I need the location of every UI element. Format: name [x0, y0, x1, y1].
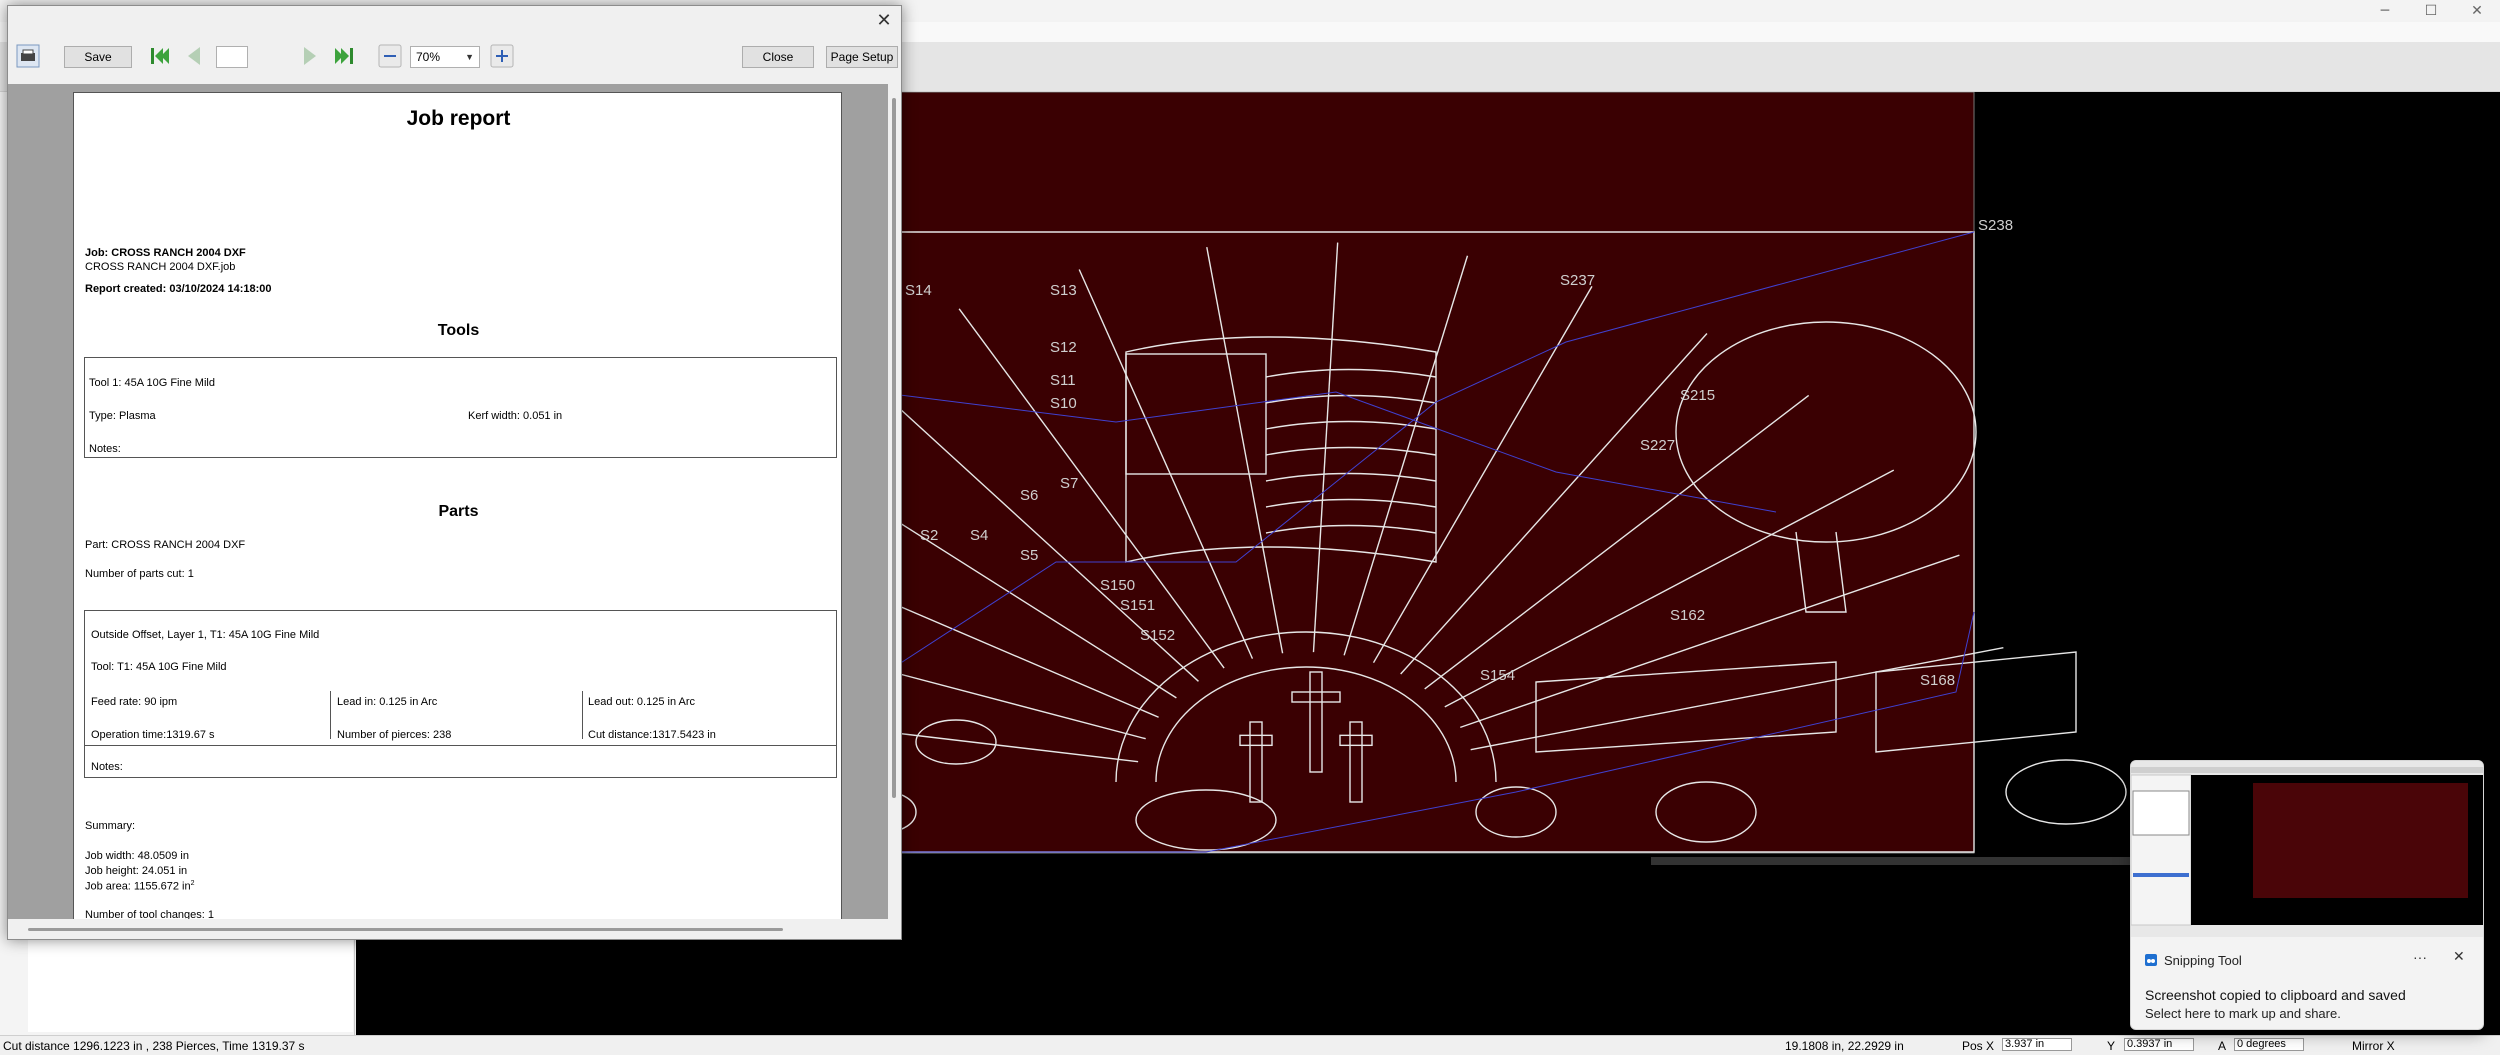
previous-page-icon[interactable] — [184, 44, 208, 68]
close-window-icon[interactable]: ✕ — [2454, 0, 2500, 22]
part-label: S168 — [1920, 672, 1955, 689]
angle-field[interactable]: 0 degrees — [2234, 1038, 2304, 1051]
part-label: S2 — [920, 527, 938, 544]
operation-tool: Tool: T1: 45A 10G Fine Mild — [91, 661, 227, 673]
page-number-input[interactable] — [216, 46, 248, 68]
next-page-icon[interactable] — [296, 44, 320, 68]
operation-notes: Notes: — [91, 761, 123, 773]
chevron-down-icon: ▼ — [465, 52, 474, 62]
job-file: CROSS RANCH 2004 DXF.job — [85, 261, 236, 273]
job-height: Job height: 24.051 in — [85, 865, 188, 877]
zoom-out-icon[interactable] — [378, 44, 402, 68]
toast-subtitle: Select here to mark up and share. — [2145, 1006, 2341, 1021]
pierce-count: Number of pierces: 238 — [337, 729, 452, 741]
cut-distance: Cut distance:1317.5423 in — [588, 729, 716, 741]
part-label: S12 — [1050, 339, 1077, 356]
part-label: S14 — [905, 282, 932, 299]
feed-rate: Feed rate: 90 ipm — [91, 696, 178, 708]
operation-header: Outside Offset, Layer 1, T1: 45A 10G Fin… — [91, 629, 320, 641]
first-page-icon[interactable] — [148, 44, 172, 68]
vertical-scrollbar[interactable] — [888, 84, 901, 919]
part-label: S237 — [1560, 272, 1595, 289]
part-name: Part: CROSS RANCH 2004 DXF — [85, 539, 246, 551]
table-divider — [84, 745, 837, 746]
pos-x-label: Pos X — [1962, 1039, 1995, 1053]
tool-changes: Number of tool changes: 1 — [85, 909, 215, 919]
zoom-select[interactable]: 70% ▼ — [410, 46, 480, 68]
close-icon[interactable]: ✕ — [873, 10, 895, 32]
job-area-unit-exponent: 2 — [190, 880, 195, 887]
report-title: Job report — [406, 107, 511, 130]
part-label: S10 — [1050, 395, 1077, 412]
status-cut-summary: Cut distance 1296.1223 in , 238 Pierces,… — [3, 1039, 305, 1053]
table-divider — [330, 691, 331, 739]
part-label: S152 — [1140, 627, 1175, 644]
job-report-dialog: ✕ Save 70% ▼ Close Page Setup Job report… — [7, 5, 902, 940]
y-field[interactable]: 0.3937 in — [2124, 1038, 2194, 1051]
scroll-thumb[interactable] — [28, 928, 783, 931]
animal-silhouette — [2005, 759, 2127, 825]
part-label: S238 — [1978, 217, 2013, 234]
part-label: S11 — [1050, 372, 1076, 389]
part-label: S7 — [1060, 475, 1078, 492]
snipping-tool-notification[interactable]: Snipping Tool ··· ✕ Screenshot copied to… — [2130, 760, 2484, 1030]
close-icon[interactable]: ✕ — [2453, 949, 2465, 965]
print-preview-area: Job report Job: CROSS RANCH 2004 DXF CRO… — [8, 84, 901, 919]
toast-title: Screenshot copied to clipboard and saved — [2145, 987, 2406, 1003]
scroll-thumb[interactable] — [892, 98, 896, 798]
job-width: Job width: 48.0509 in — [85, 850, 189, 862]
tool-kerf: Kerf width: 0.051 in — [468, 410, 563, 422]
part-label: S162 — [1670, 607, 1705, 624]
maximize-icon[interactable]: ☐ — [2408, 0, 2454, 22]
lead-in: Lead in: 0.125 in Arc — [337, 696, 438, 708]
job-area-value: Job area: 1155.672 in — [85, 880, 191, 893]
report-page: Job report Job: CROSS RANCH 2004 DXF CRO… — [73, 92, 842, 919]
part-label: S4 — [970, 527, 988, 544]
report-created: Report created: 03/10/2024 14:18:00 — [85, 283, 272, 295]
save-button[interactable]: Save — [64, 46, 132, 68]
part-label: S6 — [1020, 487, 1038, 504]
status-bar: Cut distance 1296.1223 in , 238 Pierces,… — [0, 1035, 2500, 1055]
tool-name: Tool 1: 45A 10G Fine Mild — [89, 377, 215, 389]
table-divider — [582, 691, 583, 739]
part-label: S13 — [1050, 282, 1077, 299]
print-icon[interactable] — [16, 44, 40, 68]
tool-notes: Notes: — [89, 443, 121, 455]
zoom-in-icon[interactable] — [490, 44, 514, 68]
part-label: S227 — [1640, 437, 1675, 454]
snipping-tool-icon — [2145, 954, 2157, 966]
job-name: Job: CROSS RANCH 2004 DXF — [85, 247, 246, 259]
last-page-icon[interactable] — [332, 44, 356, 68]
part-label: S154 — [1480, 667, 1515, 684]
status-cursor-coords: 19.1808 in, 22.2929 in — [1785, 1039, 1904, 1053]
job-area: Job area: 1155.672 in2 — [85, 880, 195, 893]
parts-cut: Number of parts cut: 1 — [85, 568, 194, 580]
zoom-value: 70% — [416, 50, 441, 64]
minimize-icon[interactable]: ─ — [2362, 0, 2408, 22]
tool-box — [84, 357, 837, 458]
close-button[interactable]: Close — [742, 46, 814, 68]
window-controls: ─ ☐ ✕ — [2362, 0, 2500, 22]
more-options-icon[interactable]: ··· — [2413, 949, 2427, 965]
parts-list-area[interactable] — [28, 932, 353, 1032]
y-label: Y — [2107, 1039, 2116, 1053]
angle-label: A — [2218, 1039, 2227, 1053]
operation-time: Operation time:1319.67 s — [91, 729, 215, 741]
parts-heading: Parts — [438, 503, 479, 520]
pos-x-field[interactable]: 3.937 in — [2002, 1038, 2072, 1051]
part-label: S215 — [1680, 387, 1715, 404]
tool-type: Type: Plasma — [89, 410, 156, 422]
horizontal-scrollbar[interactable] — [8, 919, 901, 939]
lead-out: Lead out: 0.125 in Arc — [588, 696, 696, 708]
page-setup-button[interactable]: Page Setup — [826, 46, 898, 68]
part-label: S151 — [1120, 597, 1155, 614]
summary-label: Summary: — [85, 820, 136, 832]
tools-heading: Tools — [437, 322, 480, 339]
part-label: S5 — [1020, 547, 1038, 564]
screenshot-thumbnail[interactable] — [2131, 761, 2484, 937]
toast-app-name: Snipping Tool — [2164, 953, 2242, 968]
mirror-x-label[interactable]: Mirror X — [2352, 1039, 2395, 1053]
part-label: S150 — [1100, 577, 1135, 594]
